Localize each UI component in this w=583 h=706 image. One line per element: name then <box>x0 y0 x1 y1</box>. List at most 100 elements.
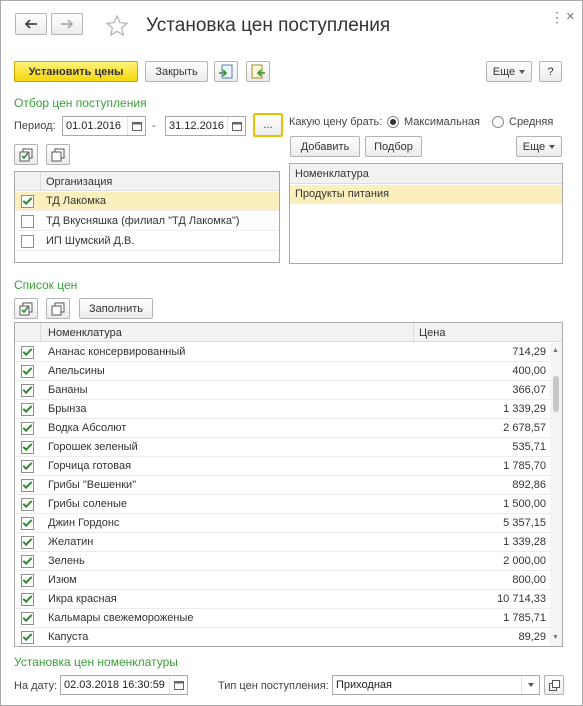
uncheck-all-button[interactable] <box>46 144 70 165</box>
row-checkbox[interactable] <box>21 214 34 228</box>
fill-button[interactable]: Заполнить <box>79 298 153 319</box>
scroll-down-icon[interactable]: ▼ <box>552 634 559 641</box>
check-mark-icon <box>22 516 33 527</box>
table-row[interactable]: Брынза 1 339,29 <box>15 400 550 419</box>
date-to-field[interactable]: 31.12.2016 <box>165 116 246 136</box>
import-button[interactable] <box>246 61 270 82</box>
table-row[interactable]: Изюм 800,00 <box>15 571 550 590</box>
price-kind-label: Какую цену брать: <box>289 116 383 128</box>
table-row[interactable]: Джин Гордонс 5 357,15 <box>15 514 550 533</box>
close-icon[interactable]: × <box>566 8 575 25</box>
set-prices-button[interactable]: Установить цены <box>14 61 138 82</box>
uncheck-all-prices-button[interactable] <box>46 298 70 319</box>
row-checkbox[interactable] <box>21 194 34 208</box>
nomenclature-more-button[interactable]: Еще <box>516 136 562 157</box>
set-date-field[interactable]: 02.03.2018 16:30:59 <box>60 675 188 695</box>
check-mark-icon <box>22 535 33 546</box>
nomenclature-filter-table: Номенклатура Продукты питания <box>289 163 563 264</box>
table-row[interactable]: Грибы "Вешенки" 892,86 <box>15 476 550 495</box>
nomenclature-name: Капуста <box>48 631 89 643</box>
menu-icon[interactable]: ⋮ <box>550 9 564 26</box>
row-checkbox[interactable] <box>21 611 34 625</box>
table-row[interactable]: Зелень 2 000,00 <box>15 552 550 571</box>
price-value: 1 785,70 <box>503 460 546 472</box>
organization-table: Организация ТД Лакомка ТД Вкусняшка (фил… <box>14 171 280 263</box>
calendar-icon[interactable] <box>227 117 245 135</box>
nomenclature-name: Горчица готовая <box>48 460 132 472</box>
row-checkbox[interactable] <box>21 516 34 530</box>
back-button[interactable] <box>15 13 47 35</box>
chevron-down-icon[interactable] <box>521 676 539 694</box>
radio-max[interactable] <box>387 116 399 128</box>
table-row[interactable]: ТД Вкусняшка (филиал "ТД Лакомка") <box>15 212 279 231</box>
table-row[interactable]: Продукты питания <box>290 185 562 204</box>
price-type-select[interactable]: Приходная <box>332 675 540 695</box>
price-value: 1 785,71 <box>503 612 546 624</box>
help-button[interactable]: ? <box>539 61 562 82</box>
nomenclature-column-header: Номенклатура <box>48 327 122 339</box>
row-checkbox[interactable] <box>21 630 34 644</box>
scrollbar-track[interactable]: ▲ ▼ <box>550 343 562 646</box>
check-mark-icon <box>22 554 33 565</box>
table-row[interactable]: ТД Лакомка <box>15 192 279 211</box>
check-all-button[interactable] <box>14 144 38 165</box>
row-checkbox[interactable] <box>21 402 34 416</box>
row-checkbox[interactable] <box>21 459 34 473</box>
table-row[interactable]: ИП Шумский Д.В. <box>15 232 279 251</box>
row-checkbox[interactable] <box>21 478 34 492</box>
date-to-value: 31.12.2016 <box>169 120 225 132</box>
favorite-star-icon[interactable] <box>105 14 129 41</box>
check-all-prices-button[interactable] <box>14 298 38 319</box>
nomenclature-name: Икра красная <box>48 593 117 605</box>
scroll-up-icon[interactable]: ▲ <box>552 347 559 354</box>
forward-button[interactable] <box>51 13 83 35</box>
table-row[interactable]: Кальмары свежемороженые 1 785,71 <box>15 609 550 628</box>
table-row[interactable]: Грибы соленые 1 500,00 <box>15 495 550 514</box>
radio-avg[interactable] <box>492 116 504 128</box>
table-row[interactable]: Ананас консервированный 714,29 <box>15 343 550 362</box>
check-mark-icon <box>22 478 33 489</box>
scrollbar-thumb[interactable] <box>553 376 559 412</box>
close-button[interactable]: Закрыть <box>145 61 208 82</box>
table-row[interactable]: Водка Абсолют 2 678,57 <box>15 419 550 438</box>
calendar-icon[interactable] <box>127 117 145 135</box>
row-checkbox[interactable] <box>21 364 34 378</box>
table-row[interactable]: Капуста 89,29 <box>15 628 550 646</box>
row-checkbox[interactable] <box>21 421 34 435</box>
table-row[interactable]: Икра красная 10 714,33 <box>15 590 550 609</box>
table-row[interactable]: Желатин 1 339,28 <box>15 533 550 552</box>
nomenclature-name: Бананы <box>48 384 88 396</box>
row-checkbox[interactable] <box>21 592 34 606</box>
price-table: Номенклатура Цена Ананас консервированны… <box>14 322 563 647</box>
table-row[interactable]: Горошек зеленый 535,71 <box>15 438 550 457</box>
calendar-icon[interactable] <box>169 676 187 694</box>
table-row[interactable]: Бананы 366,07 <box>15 381 550 400</box>
row-checkbox[interactable] <box>21 535 34 549</box>
period-label: Период: <box>14 120 56 132</box>
row-checkbox[interactable] <box>21 554 34 568</box>
add-button[interactable]: Добавить <box>290 136 360 157</box>
pick-button[interactable]: Подбор <box>365 136 422 157</box>
row-checkbox[interactable] <box>21 345 34 359</box>
open-price-type-button[interactable] <box>544 675 564 695</box>
price-value: 800,00 <box>512 574 546 586</box>
table-row[interactable]: Апельсины 400,00 <box>15 362 550 381</box>
export-button[interactable] <box>214 61 238 82</box>
check-mark-icon <box>22 383 33 394</box>
row-checkbox[interactable] <box>21 497 34 511</box>
choose-period-button[interactable]: ... <box>253 113 283 137</box>
row-checkbox[interactable] <box>21 383 34 397</box>
price-value: 892,86 <box>512 479 546 491</box>
row-checkbox[interactable] <box>21 573 34 587</box>
row-checkbox[interactable] <box>21 440 34 454</box>
arrow-left-icon <box>24 19 37 29</box>
column-divider <box>40 172 41 191</box>
check-mark-icon <box>22 440 33 451</box>
uncheck-all-icon <box>51 148 65 161</box>
more-menu-button[interactable]: Еще <box>486 61 532 82</box>
price-value: 2 678,57 <box>503 422 546 434</box>
row-checkbox[interactable] <box>21 234 34 248</box>
table-row[interactable]: Горчица готовая 1 785,70 <box>15 457 550 476</box>
date-from-field[interactable]: 01.01.2016 <box>62 116 146 136</box>
check-mark-icon <box>22 364 33 375</box>
